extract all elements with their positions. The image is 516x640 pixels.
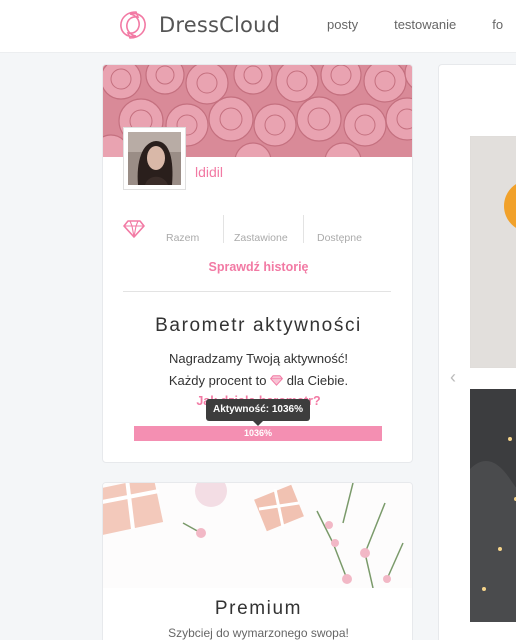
username-link[interactable]: ldidil	[195, 164, 223, 180]
profile-card: ldidil Razem Zastawione Dostępne Sprawdź…	[102, 64, 413, 463]
barometer-text-line1: Nagradzamy Twoją aktywność!	[169, 351, 348, 366]
brand-logo[interactable]: DressCloud	[116, 8, 280, 42]
nav-item-testowanie[interactable]: testowanie	[394, 17, 456, 32]
dresscloud-logo-icon	[120, 11, 146, 39]
stat-label-zastawione: Zastawione	[234, 232, 288, 244]
premium-title: Premium	[214, 598, 303, 619]
gifts-flowers-image	[103, 483, 412, 588]
nav-item-fo[interactable]: fo	[492, 17, 503, 32]
top-navbar: DressCloud posty testowanie fo	[0, 0, 516, 53]
barometer-text-before: Każdy procent to	[168, 373, 267, 388]
barometer-text-line2: Każdy procent to dla Ciebie.	[103, 373, 412, 388]
avatar[interactable]	[123, 127, 186, 190]
stat-divider	[303, 215, 304, 243]
stat-label-razem: Razem	[166, 232, 200, 244]
nav-item-posty[interactable]: posty	[327, 17, 358, 32]
chevron-left-icon[interactable]: ‹	[450, 368, 462, 386]
brand-name: DressCloud	[159, 13, 281, 37]
carousel-slide-image[interactable]	[470, 389, 516, 622]
section-divider	[123, 291, 391, 292]
barometer-text-after: dla Ciebie.	[286, 373, 349, 388]
main-nav: posty testowanie fo	[327, 17, 503, 32]
activity-tooltip: Aktywność: 1036%	[206, 399, 310, 421]
barometer-title: Barometr aktywności	[155, 315, 362, 336]
stat-label-dostepne: Dostępne	[317, 232, 362, 244]
activity-progress-bar[interactable]: 1036%	[134, 426, 382, 441]
premium-card[interactable]: Premium Szybciej do wymarzonego swopa!	[102, 482, 413, 640]
check-history-link[interactable]: Sprawdź historię	[103, 260, 412, 274]
user-photo	[128, 132, 181, 185]
premium-subtitle: Szybciej do wymarzonego swopa!	[168, 626, 349, 640]
points-stats: Razem Zastawione Dostępne	[123, 215, 393, 245]
diamond-icon	[123, 220, 145, 238]
carousel-slide-image[interactable]	[470, 136, 516, 368]
progress-label: 1036%	[243, 428, 273, 438]
diamond-icon	[270, 375, 283, 386]
stat-divider	[223, 215, 224, 243]
